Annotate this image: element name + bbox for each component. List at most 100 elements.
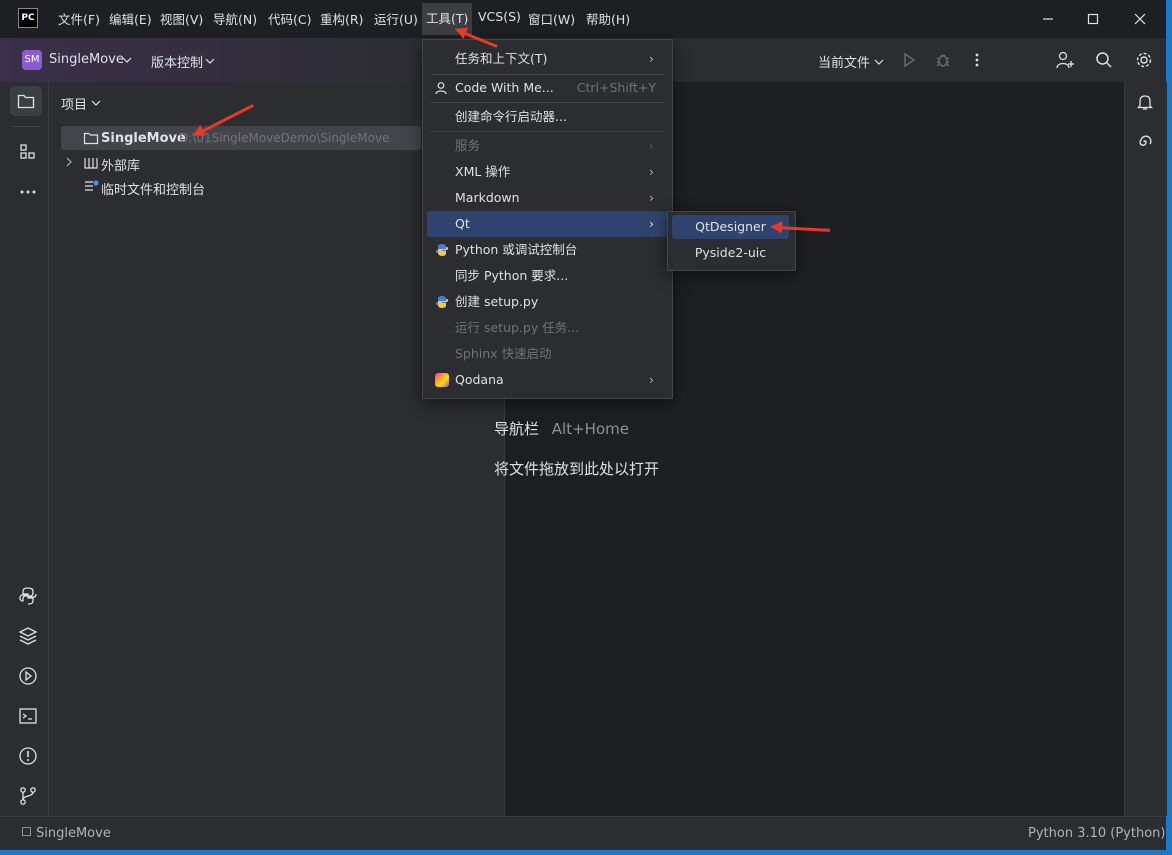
minimize-icon [1043,18,1053,20]
gear-icon [1136,52,1152,68]
minimize-button[interactable] [1034,5,1062,33]
menu-item-create-setup[interactable]: 创建 setup.py [427,289,668,315]
menu-file[interactable]: 文件(F) [58,9,100,28]
menu-run[interactable]: 运行(U) [374,9,418,28]
menu-item-python-console[interactable]: Python 或调试控制台 [427,237,668,263]
run-services-icon [19,667,37,685]
terminal-tool-button[interactable] [14,702,42,730]
menu-item-create-launcher-label: 创建命令行启动器... [455,109,567,124]
ide-window: PC 文件(F) 编辑(E) 视图(V) 导航(N) 代码(C) 重构(R) 运… [0,0,1172,855]
maximize-button[interactable] [1079,5,1107,33]
menu-item-qt-label: Qt [455,216,470,231]
chevron-right-icon: › [649,216,654,231]
tree-item-external-libs[interactable]: 外部库 [61,151,421,174]
menu-item-services-label: 服务 [455,138,481,153]
chevron-right-icon: › [649,190,654,205]
chevron-right-icon: › [649,51,654,66]
spiral-icon [1139,135,1152,146]
layers-icon [18,627,38,645]
menu-separator [431,131,664,132]
warning-circle-icon [19,747,37,765]
app-logo-text: PC [21,13,35,23]
python-icon [19,587,37,605]
menu-navigate[interactable]: 导航(N) [213,9,257,28]
chevron-right-icon [66,157,72,167]
chevron-down-icon [91,100,101,106]
tree-item-scratches[interactable]: 临时文件和控制台 [61,175,421,198]
search-button[interactable] [1090,46,1118,74]
structure-icon [20,144,35,159]
debug-button[interactable] [929,46,957,74]
status-project[interactable]: SingleMove [22,826,111,841]
menu-item-sync-requirements[interactable]: 同步 Python 要求... [427,263,668,289]
close-icon [1134,13,1146,25]
project-tool-button[interactable] [10,86,42,116]
menu-item-sphinx: Sphinx 快速启动 [427,341,668,367]
menu-item-code-with-me-shortcut: Ctrl+Shift+Y [576,80,656,95]
close-button[interactable] [1126,5,1154,33]
qodana-icon [435,373,449,387]
menu-help[interactable]: 帮助(H) [586,9,630,28]
menu-item-xml-actions[interactable]: XML 操作 › [427,159,668,185]
menu-item-qodana-label: Qodana [455,372,504,387]
folder-icon [83,132,99,145]
tree-item-external-libs-label: 外部库 [101,159,141,174]
menu-separator [431,102,664,103]
menu-item-sync-requirements-label: 同步 Python 要求... [455,268,569,283]
status-interpreter[interactable]: Python 3.10 (Python) [1028,826,1165,841]
settings-button[interactable] [1130,46,1158,74]
menu-view[interactable]: 视图(V) [160,9,203,28]
run-config-selector[interactable]: 当前文件 [818,52,884,72]
menu-item-qodana[interactable]: Qodana › [427,367,668,393]
project-panel-title: 项目 [61,98,88,113]
chevron-right-icon: › [649,164,654,179]
scratch-file-icon [85,180,99,191]
project-panel-header[interactable]: 项目 [61,94,101,113]
problems-tool-button[interactable] [14,742,42,770]
menu-item-pyside2-uic[interactable]: Pyside2-uic [672,241,789,265]
hint-drop-files: 将文件拖放到此处以打开 [494,460,660,478]
more-actions-button[interactable] [963,46,991,74]
menu-bar: PC 文件(F) 编辑(E) 视图(V) 导航(N) 代码(C) 重构(R) 运… [0,0,1166,38]
project-name: SingleMove [49,52,124,67]
python-icon [435,244,449,256]
vcs-selector[interactable]: 版本控制 [151,52,215,72]
menu-item-services: 服务 › [427,133,668,159]
add-user-icon [1056,51,1074,69]
menu-vcs[interactable]: VCS(S) [478,9,521,24]
menu-item-code-with-me-label: Code With Me... [455,80,554,95]
tools-menu: 任务和上下文(T) › Code With Me... Ctrl+Shift+Y… [422,39,673,399]
services-tool-button[interactable] [14,662,42,690]
menu-item-create-setup-label: 创建 setup.py [455,294,539,309]
bug-icon [936,54,950,67]
code-with-me-button[interactable] [1051,46,1079,74]
status-project-label: SingleMove [36,826,111,841]
python-packages-button[interactable] [14,582,42,610]
notifications-button[interactable] [1131,88,1159,116]
more-tools-button[interactable] [14,178,42,206]
menu-item-create-launcher[interactable]: 创建命令行启动器... [427,104,668,130]
menu-code[interactable]: 代码(C) [268,9,311,28]
menu-refactor[interactable]: 重构(R) [320,9,363,28]
structure-tool-button[interactable] [14,138,42,166]
tree-item-scratches-label: 临时文件和控制台 [101,183,206,198]
menu-edit[interactable]: 编辑(E) [109,9,152,28]
menu-item-run-setup-task-label: 运行 setup.py 任务... [455,320,580,335]
horizontal-dots-icon [20,190,36,194]
menu-item-tasks[interactable]: 任务和上下文(T) › [427,46,668,72]
chevron-down-icon [205,58,215,64]
menu-item-sphinx-label: Sphinx 快速启动 [455,346,552,361]
run-button[interactable] [895,46,923,74]
layers-tool-button[interactable] [14,622,42,650]
app-logo[interactable]: PC [18,8,38,28]
maximize-icon [1087,13,1099,25]
project-badge: SM [22,50,42,70]
menu-window[interactable]: 窗口(W) [528,9,575,28]
menu-item-python-console-label: Python 或调试控制台 [455,242,578,257]
tree-item-root[interactable]: SingleMove D:\01SingleMoveDemo\SingleMov… [61,126,421,150]
menu-item-code-with-me[interactable]: Code With Me... Ctrl+Shift+Y [427,75,668,101]
git-tool-button[interactable] [14,782,42,810]
menu-item-markdown[interactable]: Markdown › [427,185,668,211]
ai-assistant-button[interactable] [1131,128,1159,156]
menu-item-qt[interactable]: Qt › [427,211,668,237]
